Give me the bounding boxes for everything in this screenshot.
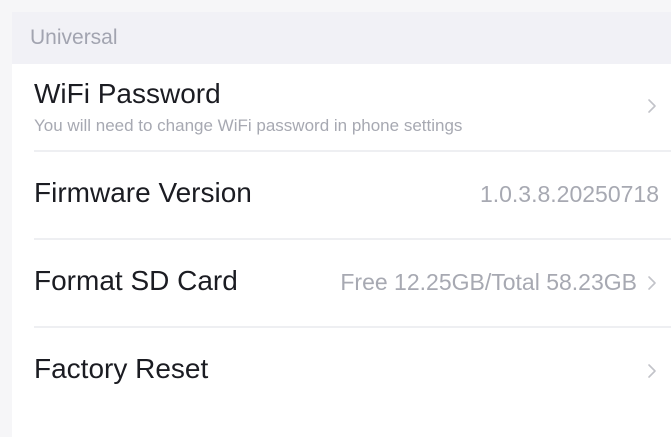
factory-reset-label: Factory Reset [34, 353, 209, 384]
chevron-right-icon [648, 364, 656, 378]
firmware-version-row: Firmware Version 1.0.3.8.20250718 [12, 152, 671, 238]
section-header: Universal [12, 12, 671, 64]
chevron-right-icon [648, 276, 656, 290]
wifi-password-hint: You will need to change WiFi password in… [34, 116, 463, 135]
chevron-right-icon [648, 99, 656, 113]
format-sd-card-row[interactable]: Format SD Card Free 12.25GB/Total 58.23G… [12, 240, 671, 326]
settings-page: Universal WiFi Password You will need to… [0, 0, 671, 437]
firmware-version-label: Firmware Version [34, 177, 252, 208]
firmware-version-value: 1.0.3.8.20250718 [479, 181, 659, 207]
sd-card-storage-value: Free 12.25GB/Total 58.23GB [340, 269, 637, 295]
format-sd-card-label: Format SD Card [34, 265, 238, 296]
settings-list: WiFi Password You will need to change Wi… [12, 64, 671, 437]
wifi-password-row[interactable]: WiFi Password You will need to change Wi… [12, 64, 671, 150]
wifi-password-label: WiFi Password [34, 78, 221, 109]
factory-reset-row[interactable]: Factory Reset [12, 328, 671, 414]
section-title: Universal [30, 26, 118, 49]
